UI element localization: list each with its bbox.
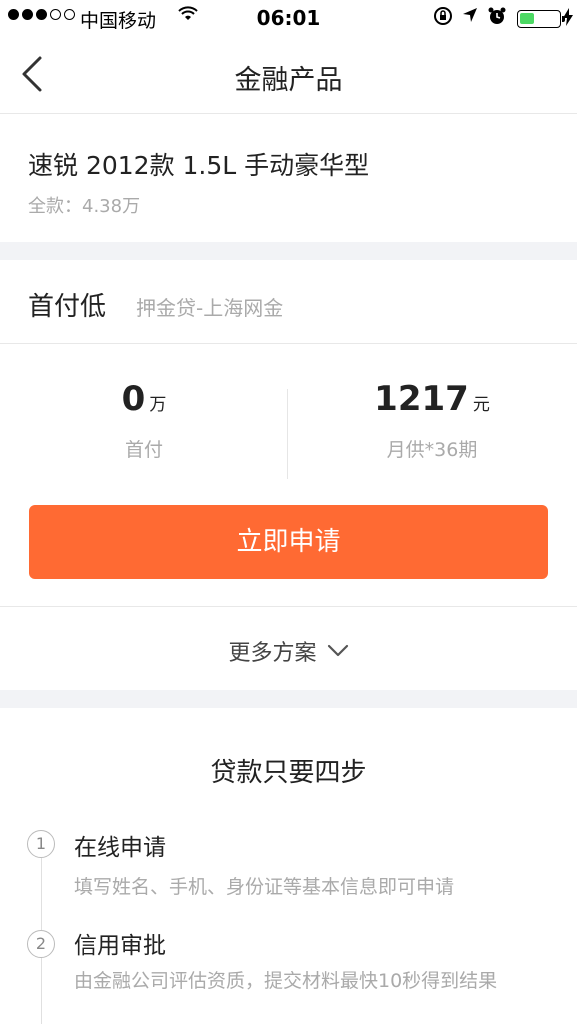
alarm-icon: [487, 6, 507, 31]
step-description: 由金融公司评估资质，提交材料最快10秒得到结果: [74, 970, 498, 992]
down-payment-label: 首付: [124, 439, 163, 461]
down-payment-unit: 万: [149, 395, 167, 415]
battery-icon: [517, 10, 565, 28]
charging-bolt-icon: [563, 8, 573, 30]
more-plans-button[interactable]: 更多方案: [228, 635, 348, 667]
more-plans-row: 更多方案: [0, 606, 577, 690]
step-connector: [41, 858, 42, 930]
step-title: 信用审批: [74, 933, 166, 959]
product-name: 速锐 2012款 1.5L 手动豪华型: [28, 151, 370, 180]
monthly-payment-label: 月供*36期: [386, 439, 478, 461]
step-number: 1: [27, 830, 55, 858]
down-payment: 0万 首付: [0, 379, 288, 462]
plan-title: 首付低: [28, 292, 107, 322]
more-plans-label: 更多方案: [228, 641, 317, 666]
plan-header: 首付低 押金贷-上海网金: [0, 260, 577, 344]
monthly-payment: 1217 元 月供*36期: [288, 379, 576, 462]
chevron-down-icon: [327, 644, 348, 657]
plan-figures: 0万 首付 1217 元 月供*36期: [0, 345, 577, 495]
steps-title: 贷款只要四步: [210, 758, 367, 788]
location-arrow-icon: [461, 6, 479, 31]
page-title: 金融产品: [234, 65, 343, 96]
step-title: 在线申请: [74, 835, 166, 861]
status-bar: 中国移动 06:01: [0, 0, 577, 38]
step-number: 2: [27, 930, 55, 958]
section-divider: [0, 690, 577, 708]
monthly-payment-unit: 元: [472, 395, 490, 415]
product-info: 速锐 2012款 1.5L 手动豪华型 全款：4.38万: [0, 114, 577, 242]
down-payment-value: 0: [121, 379, 146, 419]
monthly-payment-value: 1217: [374, 379, 469, 419]
rotation-lock-icon: [433, 6, 453, 31]
step-description: 填写姓名、手机、身份证等基本信息即可申请: [74, 876, 455, 898]
section-divider: [0, 242, 577, 260]
product-full-price: 全款：4.38万: [28, 196, 141, 217]
step-connector: [41, 956, 42, 1024]
navigation-bar: 金融产品: [0, 38, 577, 114]
plan-provider: 押金贷-上海网金: [136, 296, 284, 320]
apply-now-button[interactable]: 立即申请: [29, 505, 548, 579]
